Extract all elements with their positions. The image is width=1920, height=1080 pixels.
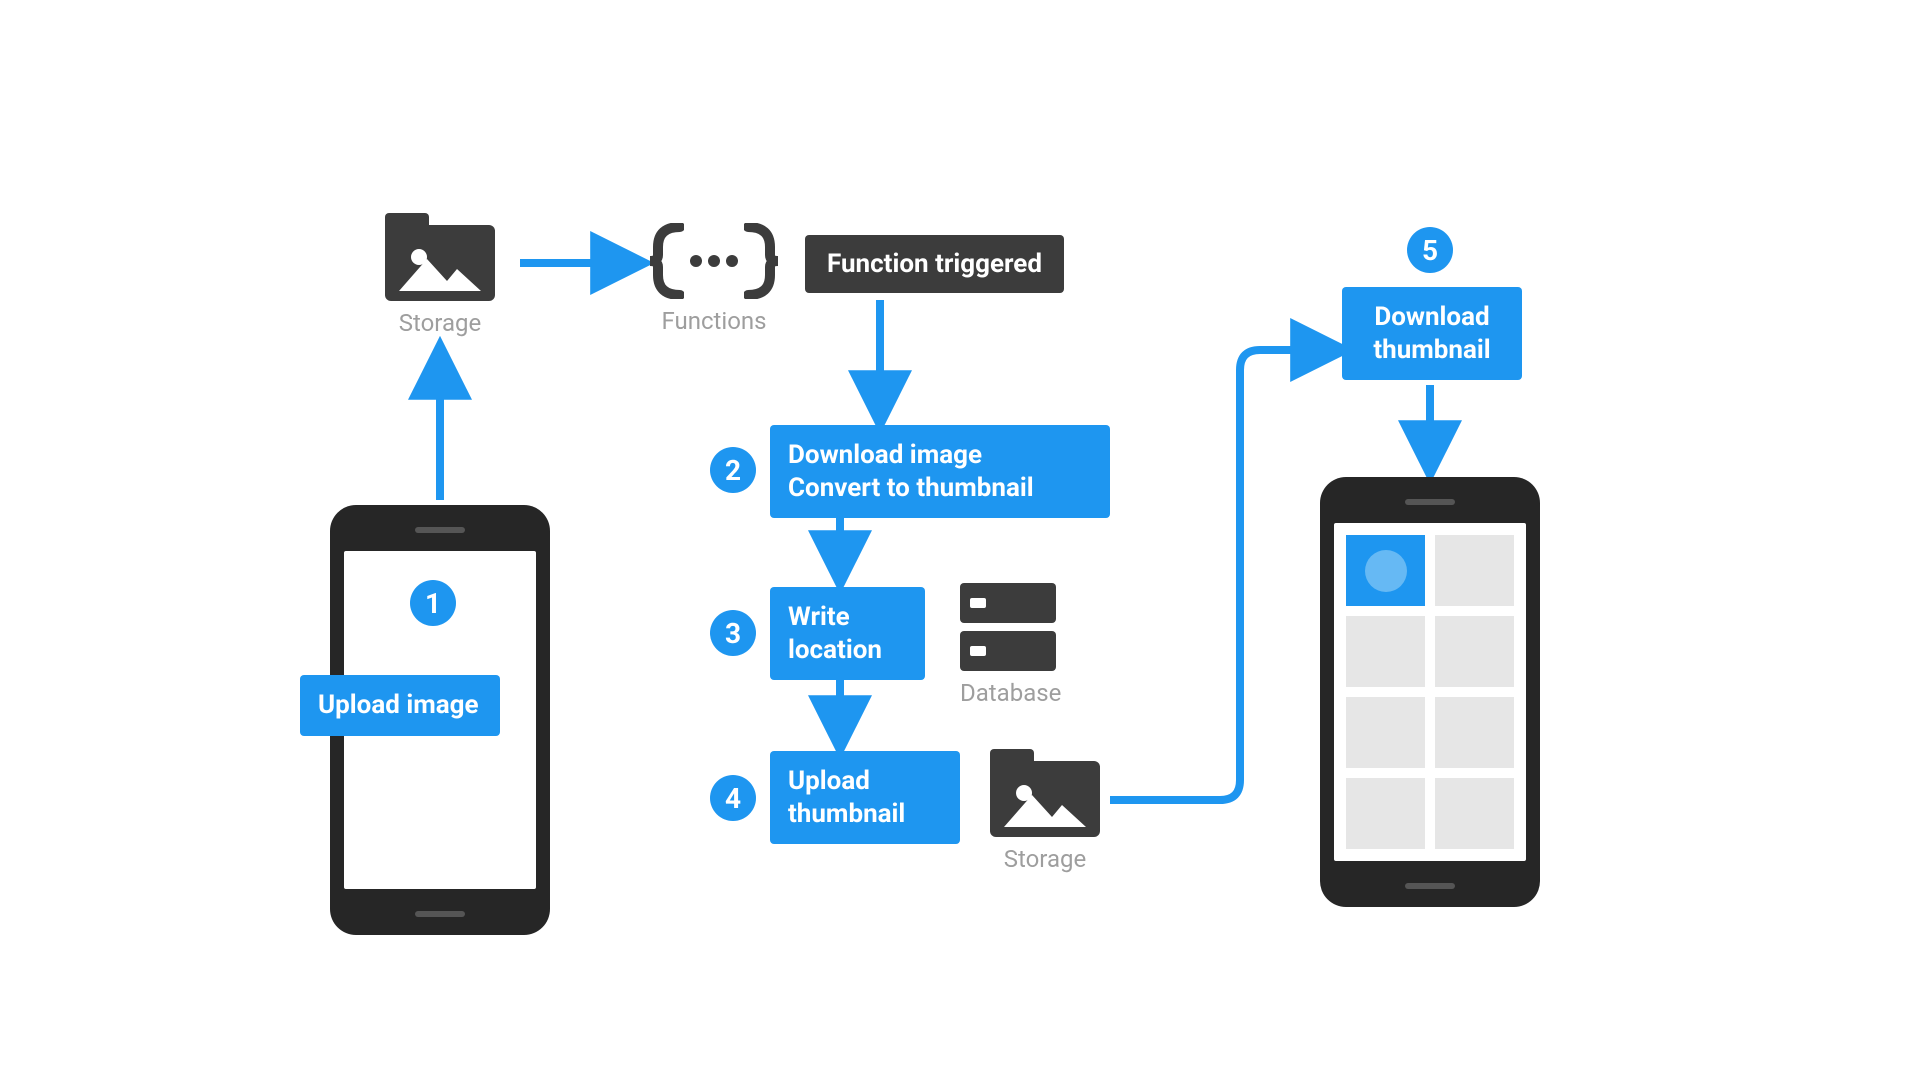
upload-image-label: Upload image [318, 690, 479, 720]
download-thumbnail-label: Download thumbnail [1373, 302, 1490, 365]
storage-folder-icon [385, 213, 495, 301]
function-triggered-box: Function triggered [805, 235, 1064, 293]
badge-1: 1 [410, 580, 456, 626]
phone-screen-right [1334, 523, 1526, 861]
upload-thumbnail-box: Upload thumbnail [770, 751, 960, 844]
gallery-cell [1435, 616, 1514, 687]
gallery-cell [1346, 616, 1425, 687]
download-thumbnail-box: Download thumbnail [1342, 287, 1522, 380]
functions-label: Functions [650, 307, 778, 335]
gallery-cell [1346, 697, 1425, 768]
badge-2: 2 [710, 447, 756, 493]
download-convert-box: Download image Convert to thumbnail [770, 425, 1110, 518]
thumbnail-gallery [1346, 535, 1514, 849]
phone-target [1320, 477, 1540, 907]
gallery-thumbnail-cell [1346, 535, 1425, 606]
functions-block: Functions [650, 223, 778, 335]
database-icon [960, 583, 1056, 671]
functions-icon [650, 223, 778, 299]
gallery-cell [1435, 778, 1514, 849]
database-label: Database [960, 679, 1061, 707]
storage-top: Storage [385, 213, 495, 337]
storage-bottom: Storage [990, 749, 1100, 873]
upload-image-box: Upload image [300, 675, 500, 736]
gallery-cell [1435, 535, 1514, 606]
gallery-cell [1346, 778, 1425, 849]
write-location-box: Write location [770, 587, 925, 680]
phone-device-right [1320, 477, 1540, 907]
write-location-label: Write location [788, 602, 882, 665]
badge-4: 4 [710, 775, 756, 821]
upload-thumbnail-label: Upload thumbnail [788, 766, 905, 829]
badge-3: 3 [710, 610, 756, 656]
download-convert-label: Download image Convert to thumbnail [788, 440, 1034, 503]
database-block: Database [960, 583, 1061, 707]
storage-top-label: Storage [385, 309, 495, 337]
gallery-cell [1435, 697, 1514, 768]
storage-folder-icon-bottom [990, 749, 1100, 837]
arrow-storage-to-download [1110, 350, 1335, 800]
storage-bottom-label: Storage [990, 845, 1100, 873]
diagram-stage: Upload image 1 Storage Functions Functi [240, 135, 1680, 945]
badge-5: 5 [1407, 227, 1453, 273]
